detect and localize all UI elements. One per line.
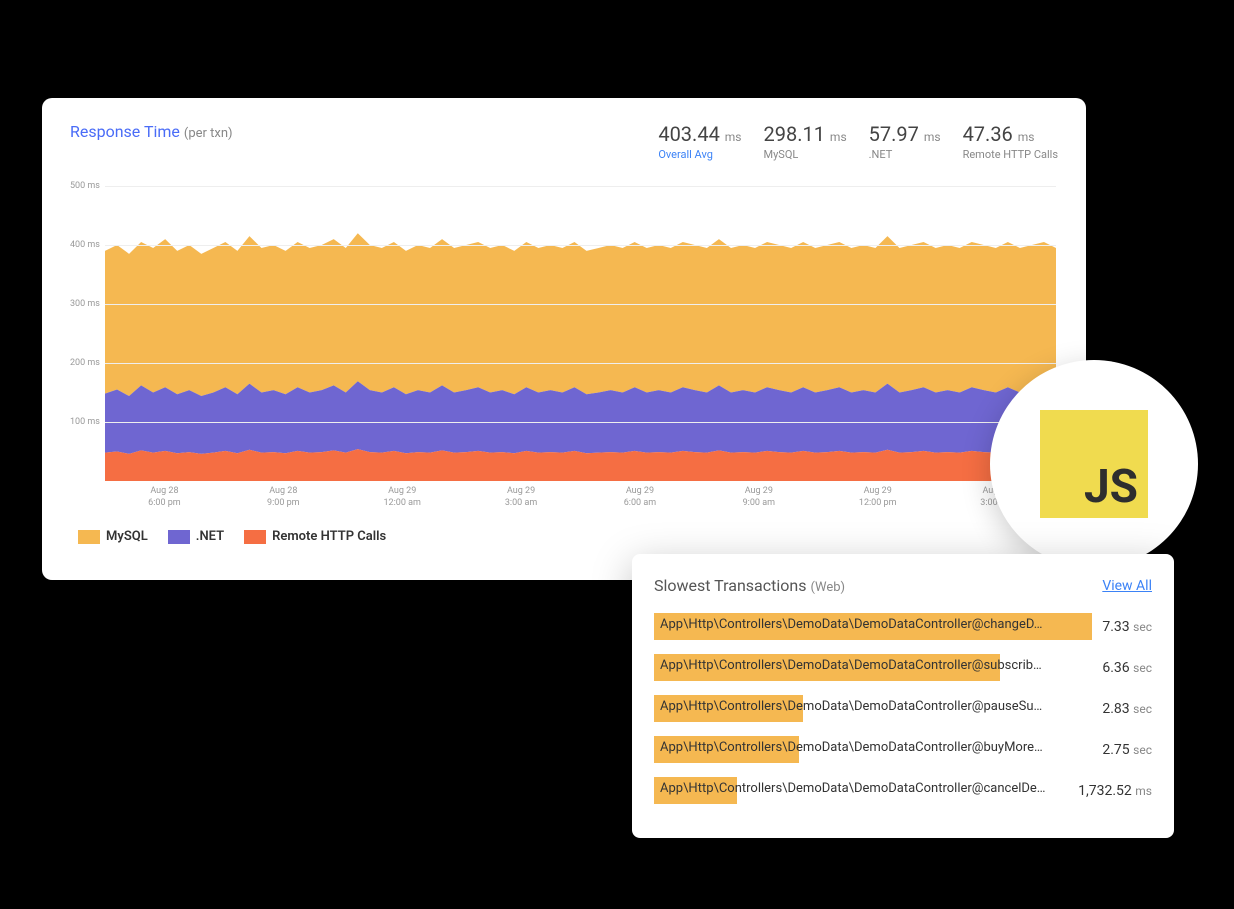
transaction-time: 2.83 sec (1102, 701, 1152, 717)
transaction-unit: sec (1133, 661, 1152, 675)
transaction-unit: ms (1135, 784, 1152, 798)
js-logo-badge: JS (990, 360, 1198, 568)
chart-legend: MySQL .NET Remote HTTP Calls (70, 529, 1058, 544)
stat-value: 403.44 ms (658, 122, 741, 146)
transaction-name: App\Http\Controllers\DemoData\DemoDataCo… (654, 777, 1052, 800)
transaction-row[interactable]: App\Http\Controllers\DemoData\DemoDataCo… (654, 736, 1152, 763)
transaction-row[interactable]: App\Http\Controllers\DemoData\DemoDataCo… (654, 695, 1152, 722)
transaction-unit: sec (1133, 702, 1152, 716)
stat-label: MySQL (763, 148, 846, 161)
stat-unit: ms (924, 130, 941, 144)
transaction-time: 7.33 sec (1102, 619, 1152, 635)
y-axis-label: 500 ms (70, 181, 100, 191)
legend-item[interactable]: Remote HTTP Calls (244, 529, 386, 544)
legend-label: Remote HTTP Calls (272, 529, 386, 544)
transaction-name: App\Http\Controllers\DemoData\DemoDataCo… (654, 695, 1048, 718)
stats-row: 403.44 ms Overall Avg 298.11 ms MySQL 57… (658, 122, 1058, 161)
transaction-name: App\Http\Controllers\DemoData\DemoDataCo… (654, 736, 1049, 759)
stat-value: 47.36 ms (963, 122, 1058, 146)
stat-item: 47.36 ms Remote HTTP Calls (963, 122, 1058, 161)
legend-swatch (244, 530, 266, 544)
transaction-name-wrap: App\Http\Controllers\DemoData\DemoDataCo… (654, 736, 1092, 763)
y-axis-label: 200 ms (70, 358, 100, 368)
chart-title: Response Time (per txn) (70, 122, 233, 141)
stat-unit: ms (1018, 130, 1035, 144)
x-axis-label: Aug 293:00 am (505, 486, 537, 509)
legend-item[interactable]: MySQL (78, 529, 148, 544)
transaction-row[interactable]: App\Http\Controllers\DemoData\DemoDataCo… (654, 777, 1152, 804)
transaction-name: App\Http\Controllers\DemoData\DemoDataCo… (654, 654, 1048, 677)
chart-svg (70, 181, 1058, 481)
stat-item: 298.11 ms MySQL (763, 122, 846, 161)
x-axis-label: Aug 286:00 pm (148, 486, 181, 509)
x-axis-label: Aug 289:00 pm (267, 486, 300, 509)
legend-swatch (78, 530, 100, 544)
transaction-time: 6.36 sec (1102, 660, 1152, 676)
transactions-title: Slowest Transactions (Web) (654, 576, 845, 595)
y-axis-label: 400 ms (70, 240, 100, 250)
transaction-name-wrap: App\Http\Controllers\DemoData\DemoDataCo… (654, 613, 1092, 640)
js-logo-text: JS (1084, 464, 1138, 510)
chart-title-sub: (per txn) (184, 126, 233, 141)
slowest-transactions-card: Slowest Transactions (Web) View All App\… (632, 554, 1174, 838)
y-axis-label: 100 ms (70, 417, 100, 427)
transaction-unit: sec (1133, 620, 1152, 634)
x-axis-label: Aug 299:00 am (743, 486, 775, 509)
transaction-name-wrap: App\Http\Controllers\DemoData\DemoDataCo… (654, 695, 1092, 722)
transactions-list: App\Http\Controllers\DemoData\DemoDataCo… (654, 613, 1152, 804)
stat-unit: ms (725, 130, 742, 144)
stat-value: 57.97 ms (869, 122, 941, 146)
y-axis-label: 300 ms (70, 299, 100, 309)
response-time-card: Response Time (per txn) 403.44 ms Overal… (42, 98, 1086, 580)
transaction-name: App\Http\Controllers\DemoData\DemoDataCo… (654, 613, 1048, 636)
view-all-link[interactable]: View All (1102, 578, 1152, 594)
x-axis-label: Aug 296:00 am (624, 486, 656, 509)
stat-label: .NET (869, 148, 941, 161)
transaction-name-wrap: App\Http\Controllers\DemoData\DemoDataCo… (654, 654, 1092, 681)
legend-label: MySQL (106, 529, 148, 544)
x-axis-label: Aug 2912:00 am (383, 486, 420, 509)
chart-header: Response Time (per txn) 403.44 ms Overal… (70, 122, 1058, 161)
transaction-unit: sec (1133, 743, 1152, 757)
js-logo: JS (1040, 410, 1148, 518)
x-axis-label: Aug 2912:00 pm (859, 486, 897, 509)
legend-item[interactable]: .NET (168, 529, 224, 544)
stat-label: Remote HTTP Calls (963, 148, 1058, 161)
stat-label: Overall Avg (658, 148, 741, 161)
stat-item: 403.44 ms Overall Avg (658, 122, 741, 161)
stat-unit: ms (830, 130, 847, 144)
legend-swatch (168, 530, 190, 544)
tx-title-sub: (Web) (810, 580, 845, 595)
transaction-row[interactable]: App\Http\Controllers\DemoData\DemoDataCo… (654, 654, 1152, 681)
stat-item: 57.97 ms .NET (869, 122, 941, 161)
area-chart: 500 ms 400 ms 300 ms 200 ms 100 ms Aug 286:00… (70, 181, 1058, 511)
legend-label: .NET (196, 529, 224, 544)
transaction-row[interactable]: App\Http\Controllers\DemoData\DemoDataCo… (654, 613, 1152, 640)
tx-title-main: Slowest Transactions (654, 576, 806, 595)
transactions-header: Slowest Transactions (Web) View All (654, 576, 1152, 595)
chart-title-main: Response Time (70, 122, 180, 141)
transaction-time: 1,732.52 ms (1078, 783, 1152, 799)
stat-value: 298.11 ms (763, 122, 846, 146)
transaction-time: 2.75 sec (1102, 742, 1152, 758)
transaction-name-wrap: App\Http\Controllers\DemoData\DemoDataCo… (654, 777, 1068, 804)
